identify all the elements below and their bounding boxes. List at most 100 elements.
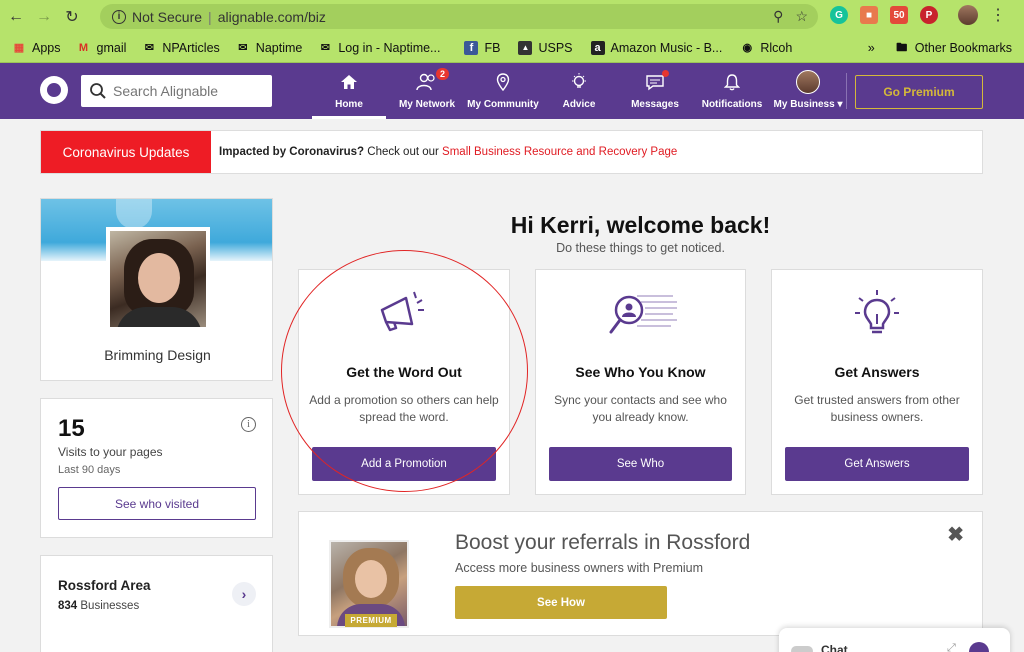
- task-title: See Who You Know: [575, 364, 706, 380]
- go-premium-button[interactable]: Go Premium: [855, 75, 983, 109]
- bookmark-fb[interactable]: f FB: [464, 40, 500, 55]
- lightbulb-icon: [855, 290, 899, 334]
- chat-label: Chat: [821, 643, 848, 652]
- coronavirus-updates-tag[interactable]: Coronavirus Updates: [41, 131, 211, 173]
- search-input[interactable]: [113, 83, 263, 99]
- amazon-icon: a: [590, 40, 605, 55]
- header-divider: [846, 73, 847, 109]
- bookmark-rlcoh[interactable]: ◉ Rlcoh: [740, 41, 793, 55]
- nav-messages[interactable]: Messages: [628, 63, 682, 119]
- gmail-icon: M: [78, 41, 89, 54]
- nav-home[interactable]: Home: [312, 63, 386, 119]
- bookmark-naptime-login[interactable]: ✉ Log in - Naptime...: [318, 41, 441, 55]
- pinterest-icon[interactable]: P: [920, 6, 938, 24]
- profile-avatar[interactable]: [958, 5, 978, 25]
- browser-toolbar: ← → ↻ i Not Secure | alignable.com/biz ⚲…: [0, 0, 1024, 33]
- task-description: Sync your contacts and see who you alrea…: [554, 393, 727, 424]
- visits-card: 15 i Visits to your pages Last 90 days S…: [40, 398, 273, 538]
- bookmark-amazon-music[interactable]: a Amazon Music - B...: [590, 40, 722, 55]
- visits-count: 15: [58, 415, 85, 442]
- bookmark-nparticles[interactable]: ✉ NPArticles: [142, 41, 220, 55]
- nav-my-business[interactable]: My Business ▾: [772, 63, 844, 119]
- premium-badge: PREMIUM: [345, 614, 397, 627]
- welcome-subtitle: Do these things to get noticed.: [556, 241, 725, 255]
- area-title: Rossford Area: [58, 578, 151, 593]
- extension-icon[interactable]: ■: [860, 6, 878, 24]
- boost-title: Boost your referrals in Rossford: [455, 531, 751, 554]
- alignable-logo[interactable]: [40, 76, 68, 104]
- add-promotion-button[interactable]: Add a Promotion: [312, 447, 496, 481]
- chevron-right-icon[interactable]: ›: [232, 582, 256, 606]
- bookmarks-overflow-icon[interactable]: »: [868, 41, 875, 55]
- reload-icon[interactable]: ↻: [60, 5, 84, 29]
- url-separator: |: [208, 8, 212, 25]
- map-pin-icon: [496, 72, 510, 92]
- task-title: Get the Word Out: [346, 364, 462, 380]
- chat-toggle[interactable]: [791, 646, 813, 652]
- search-icon: [90, 83, 106, 99]
- bookmark-apps[interactable]: ▦ Apps: [12, 41, 61, 55]
- chat-bubble-icon: [645, 70, 669, 92]
- nav-advice[interactable]: Advice: [557, 63, 601, 119]
- bookmark-star-icon[interactable]: ☆: [795, 8, 808, 25]
- facebook-icon: f: [464, 40, 479, 55]
- globe-icon: ◉: [742, 42, 753, 54]
- chat-widget[interactable]: Chat ⤢: [779, 628, 1010, 652]
- messages-dot-badge: [662, 70, 669, 77]
- resource-page-link[interactable]: Small Business Resource and Recovery Pag…: [442, 146, 677, 158]
- avatar: [796, 70, 820, 94]
- menu-kebab-icon[interactable]: ⋮: [990, 5, 1006, 25]
- lightbulb-icon: [570, 72, 588, 92]
- task-description: Get trusted answers from other business …: [794, 393, 960, 424]
- business-name[interactable]: Brimming Design: [41, 347, 274, 363]
- contact-search-icon: [609, 295, 677, 334]
- get-answers-button[interactable]: Get Answers: [785, 447, 969, 481]
- profile-card[interactable]: Brimming Design: [40, 198, 273, 381]
- task-card-get-answers: Get Answers Get trusted answers from oth…: [771, 269, 983, 495]
- url-text: alignable.com/biz: [217, 8, 326, 25]
- chat-avatar[interactable]: [969, 642, 989, 652]
- home-icon: [340, 72, 358, 92]
- banner-text: Impacted by Coronavirus? Check out our S…: [219, 146, 678, 158]
- task-card-see-who-you-know: See Who You Know Sync your contacts and …: [535, 269, 746, 495]
- zoom-icon[interactable]: ⚲: [773, 8, 783, 25]
- network-badge: 2: [435, 68, 449, 80]
- other-bookmarks[interactable]: 🖿 Other Bookmarks: [895, 41, 1012, 55]
- back-arrow-icon[interactable]: ←: [4, 5, 28, 29]
- envelope-icon: ✉: [238, 42, 248, 54]
- address-bar[interactable]: i Not Secure | alignable.com/biz ⚲ ☆: [100, 4, 818, 29]
- area-count: 834 Businesses: [58, 600, 140, 612]
- apps-grid-icon: ▦: [13, 42, 25, 54]
- site-header: Home 2 My Network My Community Advice Me…: [0, 63, 1024, 119]
- envelope-icon: ✉: [320, 42, 330, 54]
- nav-notifications[interactable]: Notifications: [702, 63, 762, 119]
- task-description: Add a promotion so others can help sprea…: [309, 393, 499, 424]
- bookmark-gmail[interactable]: M gmail: [77, 41, 126, 55]
- visits-label: Visits to your pages: [58, 445, 163, 459]
- info-icon[interactable]: i: [112, 9, 126, 24]
- bookmark-usps[interactable]: ▲ USPS: [518, 40, 573, 55]
- nav-my-network[interactable]: 2 My Network: [396, 63, 458, 119]
- see-how-button[interactable]: See How: [455, 586, 667, 619]
- search-box[interactable]: [81, 75, 272, 107]
- grammarly-icon[interactable]: G: [830, 6, 848, 24]
- area-card[interactable]: Rossford Area 834 Businesses ›: [40, 555, 273, 652]
- welcome-title: Hi Kerri, welcome back!: [510, 212, 771, 238]
- forward-arrow-icon[interactable]: →: [32, 5, 56, 29]
- extension-icon[interactable]: 50: [890, 6, 908, 24]
- task-card-get-word-out: Get the Word Out Add a promotion so othe…: [298, 269, 510, 495]
- see-who-visited-button[interactable]: See who visited: [58, 487, 256, 520]
- close-icon[interactable]: ✖: [947, 522, 964, 547]
- boost-referrals-card: PREMIUM Boost your referrals in Rossford…: [298, 511, 983, 636]
- profile-photo[interactable]: [106, 227, 210, 331]
- folder-icon: 🖿: [896, 41, 908, 54]
- task-title: Get Answers: [834, 364, 920, 380]
- security-label: Not Secure: [132, 8, 203, 25]
- expand-icon[interactable]: ⤢: [947, 642, 956, 652]
- bookmarks-bar: ▦ Apps M gmail ✉ NPArticles ✉ Naptime ✉ …: [0, 33, 1024, 63]
- bookmark-naptime[interactable]: ✉ Naptime: [236, 41, 302, 55]
- usps-icon: ▲: [518, 40, 533, 55]
- info-icon[interactable]: i: [241, 417, 256, 432]
- nav-my-community[interactable]: My Community: [466, 63, 540, 119]
- see-who-button[interactable]: See Who: [549, 447, 732, 481]
